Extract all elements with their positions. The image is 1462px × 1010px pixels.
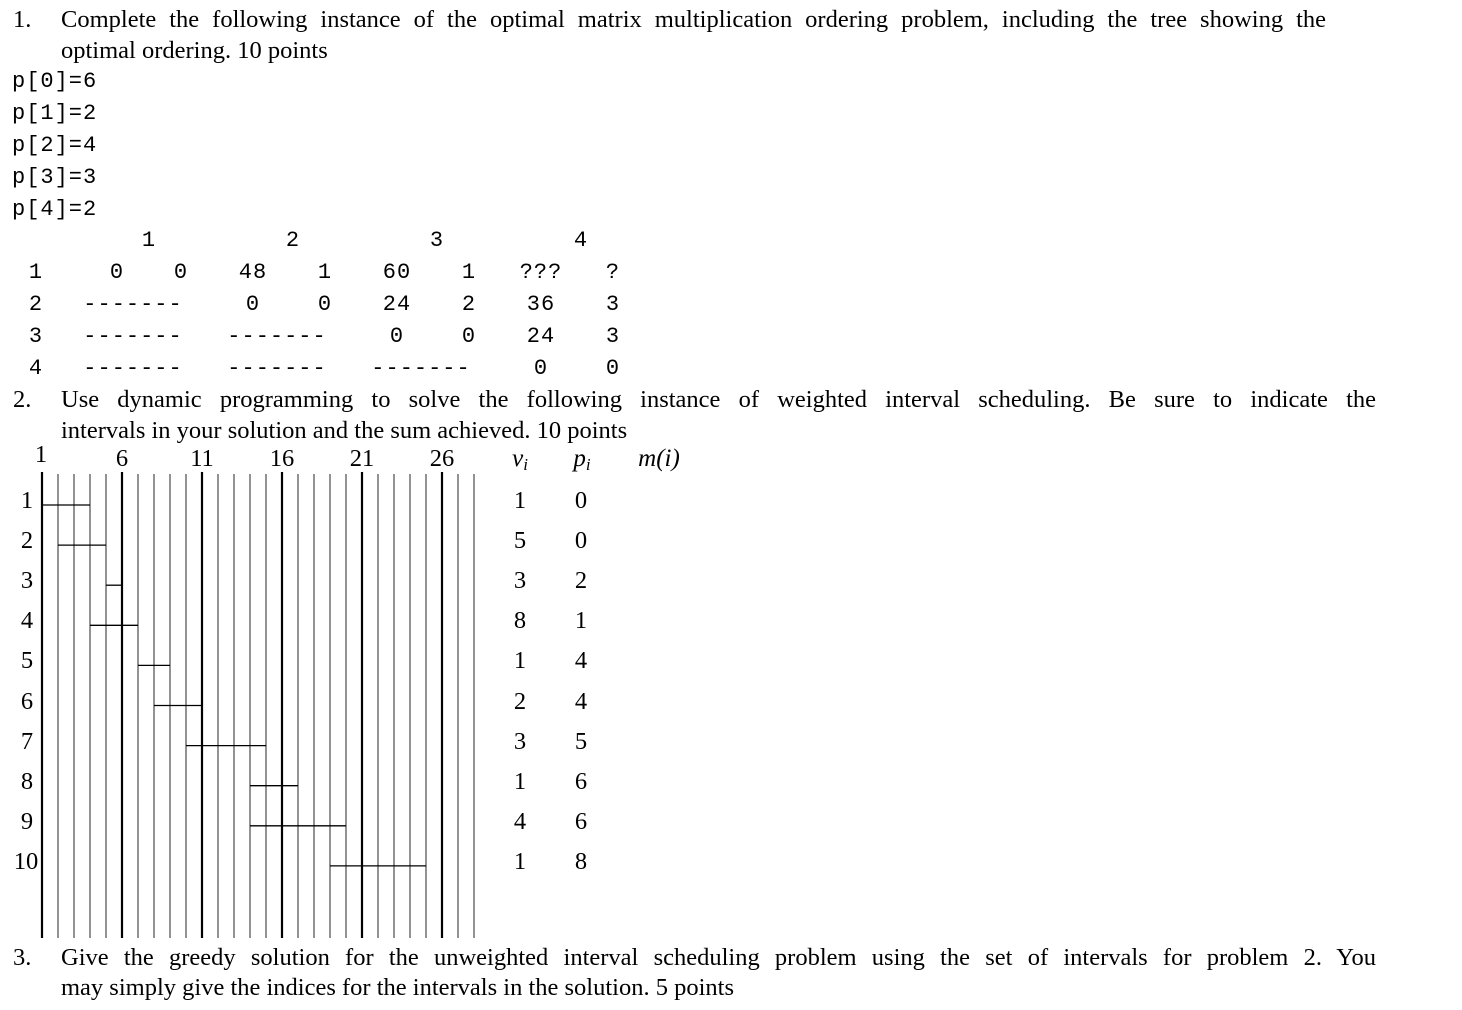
interval-value: 8	[513, 607, 527, 635]
interval-value: 1	[513, 647, 527, 675]
interval-id: 8	[20, 767, 34, 795]
interval-diagram	[40, 472, 475, 938]
interval-value: 5	[513, 527, 527, 555]
interval-p: 4	[574, 647, 588, 675]
interval-p: 8	[574, 847, 588, 875]
interval-id: 5	[20, 647, 34, 675]
axis-label: 26	[429, 445, 455, 472]
interval-id: 2	[20, 527, 34, 555]
interval-id: 6	[20, 687, 34, 715]
header-v: vi	[512, 445, 528, 474]
interval-value: 2	[513, 687, 527, 715]
interval-value: 3	[513, 727, 527, 755]
interval-value: 3	[513, 567, 527, 595]
interval-id: 10	[13, 847, 39, 875]
interval-id: 7	[20, 727, 34, 755]
interval-value: 1	[513, 487, 527, 514]
axis-label: 16	[269, 445, 295, 472]
interval-p: 6	[574, 807, 588, 835]
axis-label: 1	[34, 441, 48, 468]
interval-value: 1	[513, 847, 527, 875]
problem3-text-line1: Give the greedy solution for the unweigh…	[61, 944, 1376, 971]
axis-label: 6	[115, 445, 129, 472]
interval-id: 3	[20, 567, 34, 595]
interval-p: 5	[574, 727, 588, 755]
axis-label: 11	[190, 445, 214, 472]
interval-p: 0	[574, 487, 588, 514]
interval-value: 1	[513, 767, 527, 795]
problem3-number: 3.	[13, 944, 32, 971]
interval-p: 1	[574, 607, 588, 635]
interval-id: 9	[20, 807, 34, 835]
interval-id: 1	[20, 487, 34, 514]
interval-value: 4	[513, 807, 527, 835]
axis-label: 21	[349, 445, 375, 472]
interval-p: 4	[574, 687, 588, 715]
problem3-text-line2: may simply give the indices for the inte…	[61, 974, 734, 1001]
header-p: pi	[573, 445, 591, 474]
interval-p: 6	[574, 767, 588, 795]
interval-id: 4	[20, 607, 34, 635]
header-m: m(i)	[638, 445, 680, 472]
interval-p: 0	[574, 527, 588, 555]
interval-p: 2	[574, 567, 588, 595]
